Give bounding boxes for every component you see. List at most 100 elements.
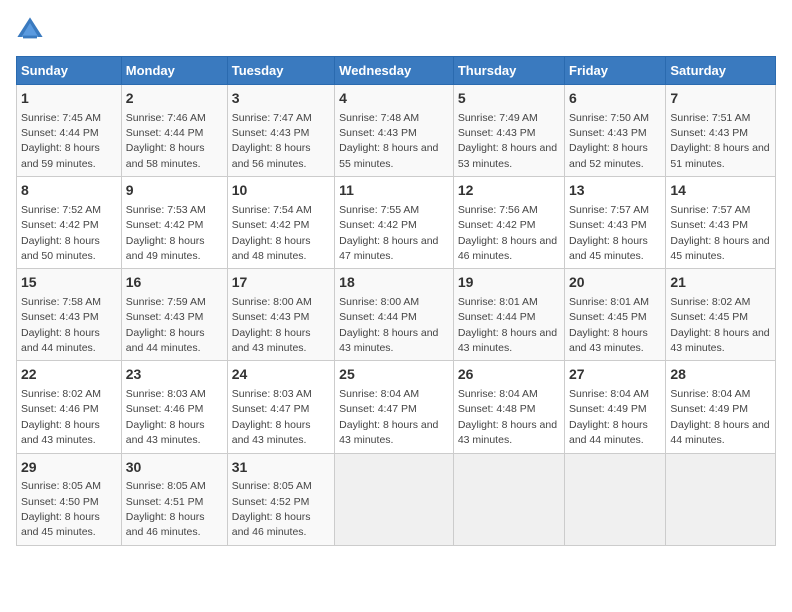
cell-daylight: Daylight: 8 hours and 43 minutes.	[126, 419, 205, 446]
cell-sunset: Sunset: 4:43 PM	[21, 311, 99, 323]
cell-daylight: Daylight: 8 hours and 43 minutes.	[458, 327, 557, 354]
cell-sunset: Sunset: 4:43 PM	[126, 311, 204, 323]
day-number: 28	[670, 365, 771, 385]
day-number: 12	[458, 181, 560, 201]
cell-sunrise: Sunrise: 8:04 AM	[458, 388, 538, 400]
calendar-cell: 8 Sunrise: 7:52 AM Sunset: 4:42 PM Dayli…	[17, 177, 122, 269]
day-number: 4	[339, 89, 449, 109]
cell-sunrise: Sunrise: 8:01 AM	[569, 296, 649, 308]
calendar-cell: 11 Sunrise: 7:55 AM Sunset: 4:42 PM Dayl…	[335, 177, 454, 269]
cell-daylight: Daylight: 8 hours and 45 minutes.	[21, 511, 100, 538]
calendar-cell: 9 Sunrise: 7:53 AM Sunset: 4:42 PM Dayli…	[121, 177, 227, 269]
week-row-2: 8 Sunrise: 7:52 AM Sunset: 4:42 PM Dayli…	[17, 177, 776, 269]
cell-sunset: Sunset: 4:46 PM	[21, 403, 99, 415]
cell-sunset: Sunset: 4:43 PM	[670, 219, 748, 231]
calendar-cell: 17 Sunrise: 8:00 AM Sunset: 4:43 PM Dayl…	[227, 269, 334, 361]
day-number: 2	[126, 89, 223, 109]
header-monday: Monday	[121, 57, 227, 85]
calendar-cell: 13 Sunrise: 7:57 AM Sunset: 4:43 PM Dayl…	[565, 177, 666, 269]
calendar-cell: 12 Sunrise: 7:56 AM Sunset: 4:42 PM Dayl…	[453, 177, 564, 269]
cell-daylight: Daylight: 8 hours and 44 minutes.	[21, 327, 100, 354]
calendar-cell	[335, 453, 454, 545]
calendar-cell: 28 Sunrise: 8:04 AM Sunset: 4:49 PM Dayl…	[666, 361, 776, 453]
calendar-cell: 26 Sunrise: 8:04 AM Sunset: 4:48 PM Dayl…	[453, 361, 564, 453]
cell-sunset: Sunset: 4:44 PM	[21, 127, 99, 139]
calendar-cell: 27 Sunrise: 8:04 AM Sunset: 4:49 PM Dayl…	[565, 361, 666, 453]
calendar-cell: 1 Sunrise: 7:45 AM Sunset: 4:44 PM Dayli…	[17, 85, 122, 177]
cell-sunset: Sunset: 4:48 PM	[458, 403, 536, 415]
cell-daylight: Daylight: 8 hours and 45 minutes.	[670, 235, 769, 262]
cell-daylight: Daylight: 8 hours and 44 minutes.	[569, 419, 648, 446]
cell-daylight: Daylight: 8 hours and 43 minutes.	[569, 327, 648, 354]
week-row-1: 1 Sunrise: 7:45 AM Sunset: 4:44 PM Dayli…	[17, 85, 776, 177]
calendar-cell: 4 Sunrise: 7:48 AM Sunset: 4:43 PM Dayli…	[335, 85, 454, 177]
cell-sunset: Sunset: 4:46 PM	[126, 403, 204, 415]
calendar-cell: 29 Sunrise: 8:05 AM Sunset: 4:50 PM Dayl…	[17, 453, 122, 545]
day-number: 20	[569, 273, 661, 293]
cell-sunset: Sunset: 4:42 PM	[232, 219, 310, 231]
cell-sunrise: Sunrise: 7:53 AM	[126, 204, 206, 216]
header	[16, 16, 776, 44]
calendar-cell: 23 Sunrise: 8:03 AM Sunset: 4:46 PM Dayl…	[121, 361, 227, 453]
cell-sunrise: Sunrise: 7:55 AM	[339, 204, 419, 216]
cell-sunrise: Sunrise: 7:56 AM	[458, 204, 538, 216]
cell-sunset: Sunset: 4:44 PM	[339, 311, 417, 323]
day-number: 26	[458, 365, 560, 385]
cell-sunrise: Sunrise: 8:05 AM	[21, 480, 101, 492]
cell-daylight: Daylight: 8 hours and 52 minutes.	[569, 142, 648, 169]
calendar-cell: 2 Sunrise: 7:46 AM Sunset: 4:44 PM Dayli…	[121, 85, 227, 177]
cell-daylight: Daylight: 8 hours and 45 minutes.	[569, 235, 648, 262]
calendar-cell	[666, 453, 776, 545]
calendar-cell: 6 Sunrise: 7:50 AM Sunset: 4:43 PM Dayli…	[565, 85, 666, 177]
day-number: 22	[21, 365, 117, 385]
cell-sunrise: Sunrise: 7:52 AM	[21, 204, 101, 216]
cell-daylight: Daylight: 8 hours and 46 minutes.	[232, 511, 311, 538]
cell-daylight: Daylight: 8 hours and 46 minutes.	[458, 235, 557, 262]
header-sunday: Sunday	[17, 57, 122, 85]
cell-sunrise: Sunrise: 8:04 AM	[569, 388, 649, 400]
day-number: 13	[569, 181, 661, 201]
cell-sunset: Sunset: 4:42 PM	[126, 219, 204, 231]
day-number: 24	[232, 365, 330, 385]
calendar-cell: 31 Sunrise: 8:05 AM Sunset: 4:52 PM Dayl…	[227, 453, 334, 545]
cell-sunset: Sunset: 4:44 PM	[458, 311, 536, 323]
calendar-cell: 24 Sunrise: 8:03 AM Sunset: 4:47 PM Dayl…	[227, 361, 334, 453]
cell-daylight: Daylight: 8 hours and 43 minutes.	[458, 419, 557, 446]
cell-daylight: Daylight: 8 hours and 43 minutes.	[670, 327, 769, 354]
day-number: 5	[458, 89, 560, 109]
cell-sunrise: Sunrise: 8:04 AM	[670, 388, 750, 400]
cell-sunset: Sunset: 4:43 PM	[569, 219, 647, 231]
cell-sunset: Sunset: 4:45 PM	[670, 311, 748, 323]
cell-sunrise: Sunrise: 7:57 AM	[569, 204, 649, 216]
cell-daylight: Daylight: 8 hours and 53 minutes.	[458, 142, 557, 169]
header-thursday: Thursday	[453, 57, 564, 85]
calendar-cell: 25 Sunrise: 8:04 AM Sunset: 4:47 PM Dayl…	[335, 361, 454, 453]
header-saturday: Saturday	[666, 57, 776, 85]
day-number: 25	[339, 365, 449, 385]
day-number: 1	[21, 89, 117, 109]
logo-icon	[16, 16, 44, 44]
cell-daylight: Daylight: 8 hours and 58 minutes.	[126, 142, 205, 169]
cell-sunset: Sunset: 4:51 PM	[126, 496, 204, 508]
calendar-cell	[565, 453, 666, 545]
cell-daylight: Daylight: 8 hours and 43 minutes.	[339, 419, 438, 446]
cell-daylight: Daylight: 8 hours and 50 minutes.	[21, 235, 100, 262]
day-number: 10	[232, 181, 330, 201]
logo	[16, 16, 48, 44]
cell-sunrise: Sunrise: 8:00 AM	[339, 296, 419, 308]
calendar-cell: 22 Sunrise: 8:02 AM Sunset: 4:46 PM Dayl…	[17, 361, 122, 453]
cell-sunset: Sunset: 4:45 PM	[569, 311, 647, 323]
cell-sunrise: Sunrise: 7:50 AM	[569, 112, 649, 124]
day-number: 15	[21, 273, 117, 293]
cell-sunset: Sunset: 4:43 PM	[670, 127, 748, 139]
cell-daylight: Daylight: 8 hours and 43 minutes.	[21, 419, 100, 446]
cell-sunrise: Sunrise: 7:54 AM	[232, 204, 312, 216]
cell-daylight: Daylight: 8 hours and 56 minutes.	[232, 142, 311, 169]
day-number: 23	[126, 365, 223, 385]
cell-sunrise: Sunrise: 8:04 AM	[339, 388, 419, 400]
day-number: 29	[21, 458, 117, 478]
header-tuesday: Tuesday	[227, 57, 334, 85]
cell-daylight: Daylight: 8 hours and 55 minutes.	[339, 142, 438, 169]
calendar-cell: 20 Sunrise: 8:01 AM Sunset: 4:45 PM Dayl…	[565, 269, 666, 361]
cell-daylight: Daylight: 8 hours and 51 minutes.	[670, 142, 769, 169]
